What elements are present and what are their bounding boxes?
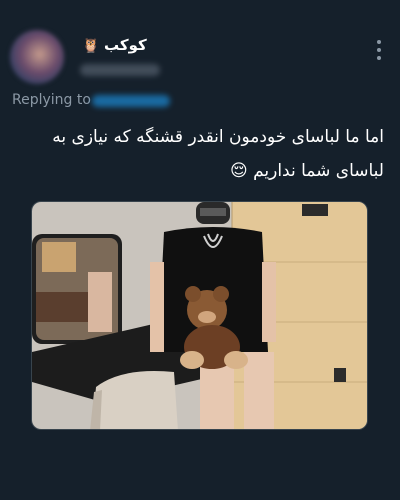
tweet-media-photo[interactable] — [31, 201, 368, 430]
tweet-header: 🦉 کوکب — [78, 36, 370, 58]
author-display-name[interactable]: کوکب — [104, 36, 147, 54]
tweet-text-line-1: اما ما لباسای خودمون انقدر قشنگه که نیاز… — [52, 127, 384, 147]
author-avatar[interactable] — [10, 30, 64, 84]
tweet-text-line-2: لباسای شما نداریم 😌 — [229, 161, 384, 181]
more-options-icon[interactable] — [376, 40, 382, 60]
photo-illustration — [32, 202, 367, 429]
replying-to-label: Replying to — [12, 92, 91, 108]
replying-to-handle-blurred[interactable] — [92, 95, 170, 107]
tweet-text: اما ما لباسای خودمون انقدر قشنگه که نیاز… — [18, 120, 384, 188]
author-handle-blurred[interactable] — [80, 64, 160, 76]
tweet-card: 🦉 کوکب Replying to اما ما لباسای خودمون … — [0, 0, 400, 500]
owl-emoji-icon: 🦉 — [82, 38, 100, 54]
